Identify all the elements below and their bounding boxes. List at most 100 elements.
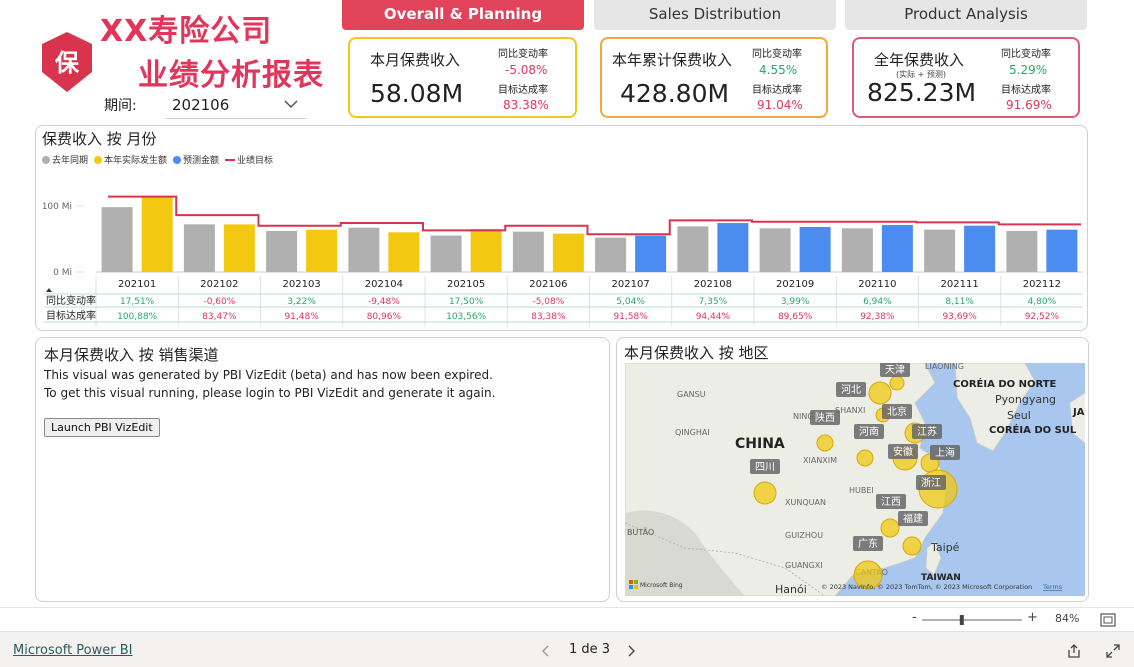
bing-logo-icon [634,585,638,589]
power-bi-link[interactable]: Microsoft Power BI [13,643,132,658]
tab-overall-planning[interactable]: Overall & Planning [342,0,584,30]
zoom-slider[interactable] [922,612,1022,628]
map-place-label: CORÉIA DO SUL [989,423,1077,436]
bar-forecast [635,235,667,272]
bar-last-year [595,237,627,272]
map-place-label: QINGHAI [675,428,710,437]
kpi-target-label: 目标达成率 [752,85,802,96]
fit-to-page-icon[interactable] [1100,613,1116,627]
zoom-slider-thumb [959,615,964,625]
map-place-label: GUIZHOU [785,531,823,540]
table-row-label: 同比变动率 [46,294,96,307]
table-cell: -9,48% [368,297,400,307]
bar-last-year [841,228,873,272]
kpi-value: 58.08M [370,79,464,108]
province-bubble [753,481,777,505]
table-cell: 91,48% [284,312,319,322]
x-tick-label: 202103 [283,279,321,290]
x-tick-label: 202104 [365,279,403,290]
map-terms-link[interactable]: Terms [1042,583,1063,591]
kpi-target-label: 目标达成率 [498,85,548,96]
x-tick-label: 202111 [941,279,979,290]
tab-product-analysis[interactable]: Product Analysis [845,0,1087,30]
launch-vizedit-button[interactable]: Launch PBI VizEdit [44,418,160,437]
bar-last-year [512,231,544,272]
monthly-premium-panel: 保费收入 按 月份 去年同期 本年实际发生额 预测金额 业绩目标 0 Mi 100 Mi… [35,125,1088,331]
table-cell: 93,69% [942,312,977,322]
province-bubble [880,518,900,538]
bing-label: Microsoft Bing [640,582,683,589]
zoom-in-button[interactable]: + [1027,610,1038,625]
x-tick-label: 202107 [612,279,650,290]
province-label: 天津 [885,364,905,376]
x-tick-label: 202112 [1023,279,1061,290]
province-label: 北京 [887,405,907,418]
map-place-label: GUANGXI [785,561,823,570]
monthly-bar-chart: 0 Mi 100 Mi 202101 202102 202103 202104 202105… [42,195,1083,326]
bar-forecast [717,223,749,272]
table-cell: 17,51% [120,297,155,307]
table-cell: 8,11% [945,297,974,307]
kpi-yoy-label: 同比变动率 [1001,49,1051,60]
map-place-label: HUBEI [849,486,874,495]
panel-title: 本月保费收入 按 地区 [624,344,769,362]
map-place-label: XIANXIM [803,456,837,465]
region-panel: 本月保费收入 按 地区 CHINA CORÉIA DO NORTE Pyongyan… [616,337,1089,602]
report-title-line1: XX寿险公司 [100,14,273,49]
bar-forecast [881,225,913,272]
province-bubble [889,375,905,391]
panel-title: 本月保费收入 按 销售渠道 [44,346,219,364]
table-cell: 83,38% [531,312,566,322]
bing-logo-icon [629,585,633,589]
bar-actual [306,229,338,272]
chevron-left-icon[interactable] [540,644,552,658]
table-cell: -0,60% [203,297,235,307]
province-label: 四川 [755,462,775,473]
province-label: 江西 [881,496,901,508]
y-tick-label: 0 Mi [53,268,72,278]
map-place-label: CORÉIA DO NORTE [953,377,1057,390]
zoom-out-button[interactable]: - [912,610,917,625]
bar-actual [552,233,584,272]
x-tick-label: 202109 [776,279,814,290]
kpi-label: 本年累计保费收入 [612,51,733,69]
bar-last-year [266,230,298,272]
fullscreen-icon[interactable] [1105,643,1121,659]
footer-bar: Microsoft Power BI 1 de 3 [0,631,1134,667]
x-tick-label: 202102 [200,279,238,290]
tab-sales-distribution[interactable]: Sales Distribution [594,0,836,30]
chevron-right-icon[interactable] [625,644,637,658]
map-place-label: Seul [1007,409,1031,422]
province-label: 陕西 [815,411,835,424]
table-cell: 92,52% [1025,312,1060,322]
bar-last-year [183,224,215,272]
province-bubble [868,381,892,405]
message-line2: To get this visual running, please login… [44,386,496,400]
province-label: 上海 [935,446,955,459]
region-map[interactable]: CHINA CORÉIA DO NORTE Pyongyang Seul CORÉIA … [625,363,1085,596]
bar-last-year [924,229,956,272]
table-cell: -5,08% [532,297,564,307]
kpi-target-label: 目标达成率 [1001,85,1051,96]
expired-visual-message: This visual was generated by PBI VizEdit… [44,366,495,402]
province-label: 广东 [858,537,878,550]
kpi-yoy-value: 4.55% [759,63,798,77]
table-cell: 83,47% [202,312,237,322]
table-cell: 7,35% [699,297,728,307]
sort-icon [46,288,52,292]
bar-last-year [430,235,462,272]
bar-last-year [348,227,380,272]
province-label: 河北 [841,384,861,396]
period-dropdown[interactable]: 202106 [166,92,306,119]
province-bubble [816,434,834,452]
bar-forecast [964,225,996,272]
bing-logo-icon [629,580,633,584]
kpi-yoy-value: 5.29% [1009,63,1048,77]
table-cell: 80,96% [367,312,402,322]
kpi-yoy-label: 同比变动率 [752,49,802,60]
table-cell: 92,38% [860,312,895,322]
map-attribution: © 2023 NavInfo, © 2023 TomTom, © 2023 Mi… [821,583,1032,591]
province-label: 江苏 [917,425,937,438]
share-icon[interactable] [1066,643,1082,659]
kpi-target-value: 91.04% [757,98,803,112]
